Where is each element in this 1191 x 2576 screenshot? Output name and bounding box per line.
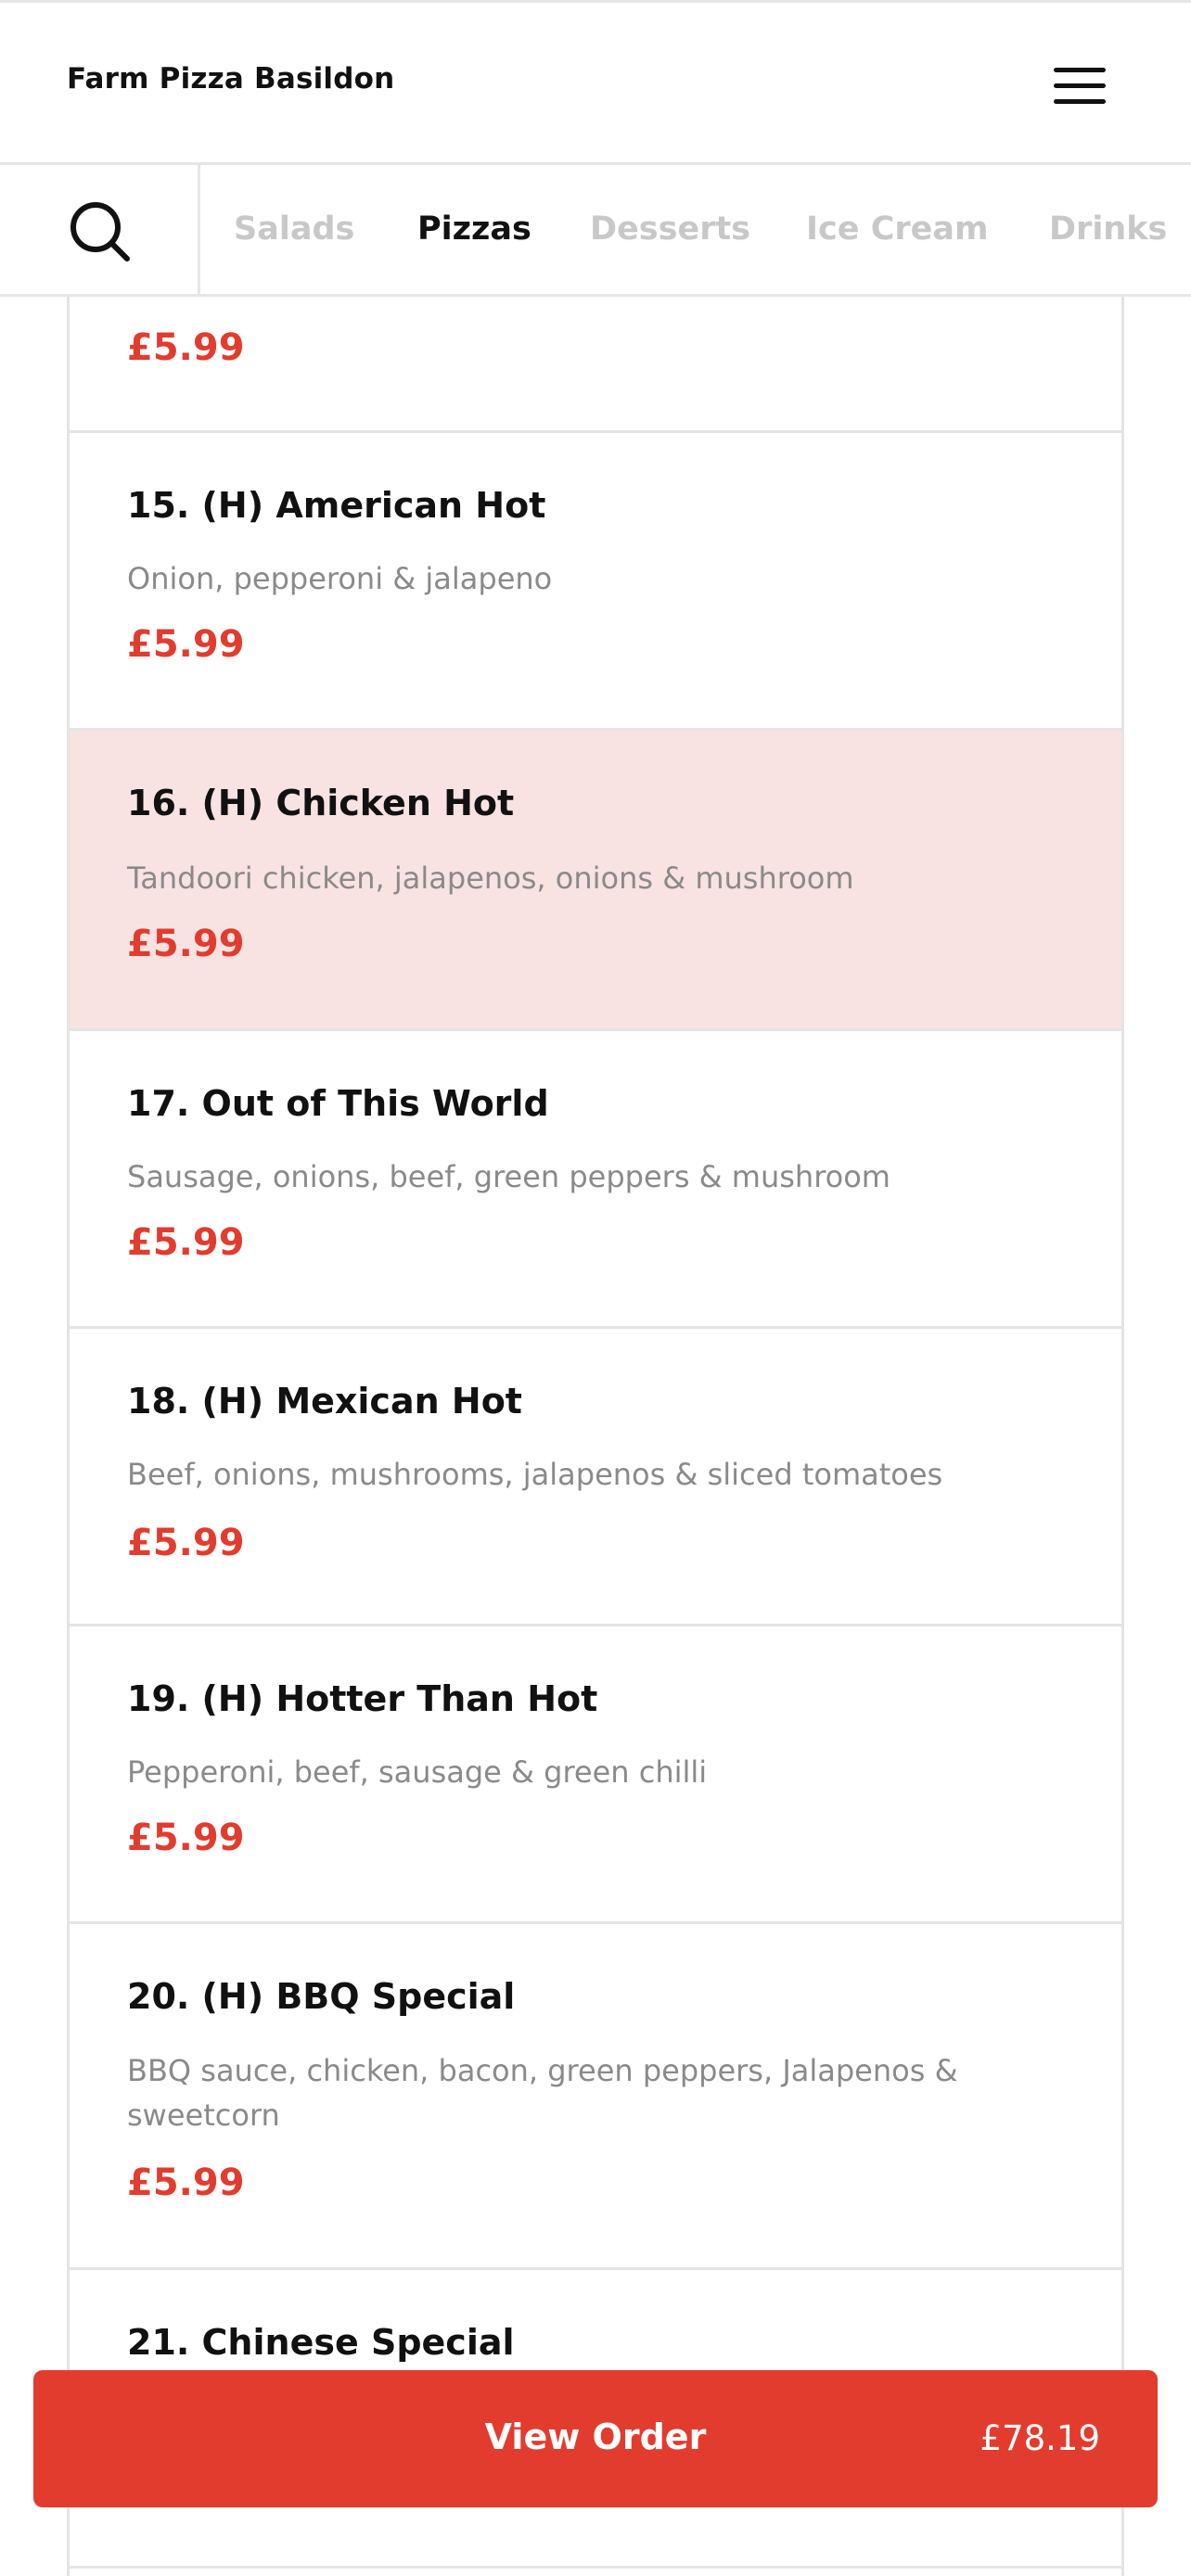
restaurant-title: Farm Pizza Basildon (67, 62, 395, 96)
item-price: £5.99 (127, 623, 245, 666)
item-price: £5.99 (127, 2162, 245, 2204)
item-price: £5.99 (127, 1522, 245, 1564)
item-description: Sausage, onions, beef, green peppers & m… (127, 1159, 890, 1194)
item-name: 17. Out of This World (127, 1083, 549, 1124)
tab-pizzas[interactable]: Pizzas (417, 210, 531, 248)
item-description: Pepperoni, beef, sausage & green chilli (127, 1754, 708, 1790)
search-button[interactable] (0, 165, 200, 294)
item-name: 18. (H) Mexican Hot (127, 1381, 522, 1422)
menu-item-list: £5.99 15. (H) American Hot Onion, pepper… (67, 0, 1124, 2576)
item-price: £5.99 (127, 1221, 245, 1264)
item-name: 21. Chinese Special (127, 2322, 515, 2363)
tab-drinks[interactable]: Drinks (1049, 210, 1167, 248)
app-header: Farm Pizza Basildon (0, 0, 1191, 165)
item-description: Tandoori chicken, jalapenos, onions & mu… (127, 861, 854, 896)
item-description: BBQ sauce, chicken, bacon, green peppers… (127, 2053, 958, 2133)
item-description: Onion, pepperoni & jalapeno (127, 561, 553, 596)
menu-item-chicken-hot[interactable]: 16. (H) Chicken Hot Tandoori chicken, ja… (70, 731, 1121, 1031)
item-name: 15. (H) American Hot (127, 485, 546, 526)
item-name: 19. (H) Hotter Than Hot (127, 1678, 598, 1719)
tab-desserts[interactable]: Desserts (590, 210, 750, 248)
search-icon (70, 202, 130, 261)
hamburger-menu-icon[interactable] (1054, 68, 1106, 105)
menu-item-out-of-this-world[interactable]: 17. Out of This World Sausage, onions, b… (70, 1031, 1121, 1329)
tab-salads[interactable]: Salads (234, 210, 354, 248)
menu-item-mexican-hot[interactable]: 18. (H) Mexican Hot Beef, onions, mushro… (70, 1329, 1121, 1626)
menu-item-hotter-than-hot[interactable]: 19. (H) Hotter Than Hot Pepperoni, beef,… (70, 1626, 1121, 1924)
item-price: £5.99 (127, 923, 245, 965)
item-name: 16. (H) Chicken Hot (127, 783, 515, 823)
category-tab-bar: Salads Pizzas Desserts Ice Cream Drinks (0, 165, 1191, 297)
item-description: Beef, onions, mushrooms, jalapenos & sli… (127, 1457, 943, 1492)
menu-item-bbq-special[interactable]: 20. (H) BBQ Special BBQ sauce, chicken, … (70, 1924, 1121, 2270)
tab-ice-cream[interactable]: Ice Cream (806, 210, 988, 248)
item-price: £5.99 (127, 326, 245, 369)
order-total: £78.19 (980, 2418, 1100, 2458)
item-price: £5.99 (127, 1817, 245, 1859)
view-order-button[interactable]: View Order £78.19 (33, 2370, 1158, 2507)
item-name: 20. (H) BBQ Special (127, 1976, 516, 2017)
menu-item-american-hot[interactable]: 15. (H) American Hot Onion, pepperoni & … (70, 433, 1121, 731)
